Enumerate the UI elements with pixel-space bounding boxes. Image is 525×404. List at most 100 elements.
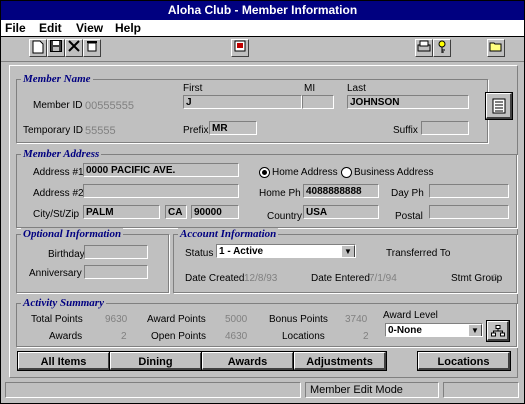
key-icon[interactable] bbox=[433, 39, 451, 57]
temporary-id-label: Temporary ID bbox=[23, 125, 84, 136]
open-folder-icon[interactable] bbox=[487, 39, 505, 57]
address2-field[interactable] bbox=[83, 184, 239, 198]
activity-summary-group: Activity Summary Total Points 9630 Award… bbox=[16, 297, 517, 347]
state-field[interactable]: CA bbox=[165, 205, 187, 219]
delete-icon[interactable] bbox=[83, 39, 101, 57]
all-items-button[interactable]: All Items bbox=[18, 352, 110, 370]
home-address-radio[interactable] bbox=[259, 167, 270, 178]
save-icon[interactable] bbox=[47, 39, 65, 57]
print-icon[interactable] bbox=[415, 39, 433, 57]
activity-summary-heading: Activity Summary bbox=[21, 297, 106, 309]
business-address-radio[interactable] bbox=[341, 167, 352, 178]
prefix-field[interactable]: MR bbox=[209, 121, 257, 135]
notepad-icon bbox=[492, 98, 506, 117]
transferred-to-label: Transferred To bbox=[386, 248, 451, 259]
member-id-label: Member ID bbox=[33, 100, 83, 111]
award-hierarchy-button[interactable] bbox=[487, 321, 509, 341]
member-name-heading: Member Name bbox=[21, 73, 93, 85]
address2-label: Address #2 bbox=[33, 188, 84, 199]
dropdown-arrow-icon[interactable]: ▼ bbox=[341, 245, 355, 257]
dropdown-arrow-icon[interactable]: ▼ bbox=[468, 324, 482, 336]
status-dropdown[interactable]: 1 - Active ▼ bbox=[216, 244, 356, 258]
award-points-value: 5000 bbox=[225, 314, 248, 325]
day-phone-field[interactable] bbox=[429, 184, 509, 198]
member-id-value: 00555555 bbox=[85, 100, 134, 112]
prefix-label: Prefix bbox=[183, 125, 209, 136]
dining-button[interactable]: Dining bbox=[110, 352, 202, 370]
main-window: Aloha Club - Member Information File Edi… bbox=[0, 0, 525, 404]
awards-button[interactable]: Awards bbox=[202, 352, 294, 370]
home-phone-label: Home Ph bbox=[259, 188, 301, 199]
status-value: 1 - Active bbox=[219, 246, 264, 257]
day-phone-label: Day Ph bbox=[391, 188, 424, 199]
menu-file[interactable]: File bbox=[5, 21, 26, 35]
status-mode: Member Edit Mode bbox=[305, 382, 439, 398]
city-st-zip-label: City/St/Zip bbox=[33, 209, 80, 220]
last-name-field[interactable]: JOHNSON bbox=[347, 95, 469, 109]
notes-icon[interactable] bbox=[231, 39, 249, 57]
hierarchy-icon bbox=[490, 325, 505, 340]
zip-field[interactable]: 90000 bbox=[191, 205, 239, 219]
open-points-label: Open Points bbox=[151, 331, 207, 342]
home-phone-field[interactable]: 4088888888 bbox=[303, 184, 379, 198]
optional-information-heading: Optional Information bbox=[21, 228, 124, 240]
first-name-label: First bbox=[183, 83, 203, 94]
account-information-group: Account Information Status 1 - Active ▼ … bbox=[173, 228, 517, 293]
award-level-dropdown[interactable]: 0-None ▼ bbox=[385, 323, 483, 337]
anniversary-field[interactable] bbox=[84, 265, 148, 279]
account-information-heading: Account Information bbox=[178, 228, 279, 240]
date-entered-label: Date Entered bbox=[311, 273, 370, 284]
mi-field[interactable] bbox=[302, 95, 334, 109]
first-name-field[interactable]: J bbox=[183, 95, 302, 109]
total-points-value: 9630 bbox=[105, 314, 128, 325]
locations-count-value: 2 bbox=[363, 331, 369, 342]
menu-help[interactable]: Help bbox=[115, 21, 141, 35]
awards-value: 2 bbox=[121, 331, 127, 342]
menu-view[interactable]: View bbox=[76, 21, 103, 35]
mi-label: MI bbox=[304, 83, 316, 94]
city-field[interactable]: PALM bbox=[83, 205, 160, 219]
temporary-id-value: 55555 bbox=[85, 125, 116, 137]
status-panel-left bbox=[5, 382, 301, 398]
postal-field[interactable] bbox=[429, 205, 509, 219]
date-created-label: Date Created bbox=[185, 273, 245, 284]
total-points-label: Total Points bbox=[31, 314, 83, 325]
stmt-group-value: 6 bbox=[492, 273, 498, 284]
window-title: Aloha Club - Member Information bbox=[167, 3, 358, 17]
member-name-group: Member Name Member ID 00555555 Temporary… bbox=[16, 73, 488, 143]
award-level-value: 0-None bbox=[388, 325, 422, 336]
award-points-label: Award Points bbox=[147, 314, 206, 325]
country-field[interactable]: USA bbox=[303, 205, 379, 219]
awards-label: Awards bbox=[49, 331, 83, 342]
menu-bar: File Edit View Help bbox=[1, 20, 524, 37]
date-entered-value: 7/1/94 bbox=[369, 273, 397, 284]
member-address-group: Member Address Address #1 0000 PACIFIC A… bbox=[16, 148, 517, 228]
suffix-field[interactable] bbox=[421, 121, 469, 135]
status-label: Status bbox=[185, 248, 214, 259]
member-address-heading: Member Address bbox=[21, 148, 102, 160]
tools-icon[interactable] bbox=[65, 39, 83, 57]
anniversary-label: Anniversary bbox=[29, 268, 82, 279]
status-bar: Member Edit Mode bbox=[5, 382, 519, 398]
bonus-points-value: 3740 bbox=[345, 314, 368, 325]
last-name-label: Last bbox=[347, 83, 366, 94]
open-points-value: 4630 bbox=[225, 331, 248, 342]
toolbar bbox=[1, 37, 524, 62]
bonus-points-label: Bonus Points bbox=[269, 314, 328, 325]
date-created-value: 12/8/93 bbox=[244, 273, 278, 284]
postal-label: Postal bbox=[395, 211, 423, 222]
notes-button[interactable] bbox=[486, 93, 512, 119]
new-document-icon[interactable] bbox=[29, 39, 47, 57]
award-level-label: Award Level bbox=[383, 310, 438, 321]
address1-label: Address #1 bbox=[33, 167, 84, 178]
menu-edit[interactable]: Edit bbox=[39, 21, 62, 35]
adjustments-button[interactable]: Adjustments bbox=[294, 352, 386, 370]
title-bar: Aloha Club - Member Information bbox=[1, 1, 524, 20]
birthday-field[interactable] bbox=[84, 245, 148, 259]
status-panel-right bbox=[443, 382, 519, 398]
locations-button[interactable]: Locations bbox=[418, 352, 510, 370]
business-address-label: Business Address bbox=[354, 167, 434, 178]
member-form: Member Name Member ID 00555555 Temporary… bbox=[9, 65, 518, 378]
address1-field[interactable]: 0000 PACIFIC AVE. bbox=[83, 163, 239, 177]
suffix-label: Suffix bbox=[393, 125, 418, 136]
